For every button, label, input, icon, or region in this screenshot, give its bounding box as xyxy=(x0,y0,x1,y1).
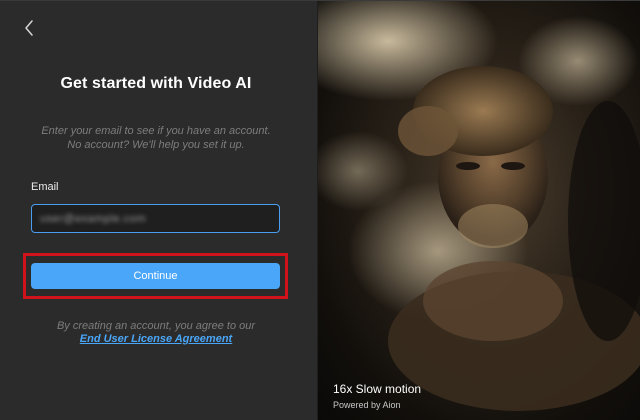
signup-panel: Get started with Video AI Enter your ema… xyxy=(0,1,318,420)
agreement-text: By creating an account, you agree to our xyxy=(56,320,256,332)
caption-subtitle: Powered by Aion xyxy=(333,400,401,410)
back-button[interactable] xyxy=(18,15,40,41)
app-window: Get started with Video AI Enter your ema… xyxy=(0,0,640,420)
email-label: Email xyxy=(31,181,59,193)
preview-image xyxy=(318,1,640,411)
caption-title: 16x Slow motion xyxy=(333,382,422,396)
email-field[interactable]: user@example.com xyxy=(31,204,280,233)
chevron-left-icon xyxy=(25,20,33,36)
preview-panel: 16x Slow motion Powered by Aion xyxy=(318,1,640,420)
page-title: Get started with Video AI xyxy=(60,75,252,92)
subtitle: Enter your email to see if you have an a… xyxy=(20,124,292,152)
subtitle-line-2: No account? We'll help you set it up. xyxy=(67,139,245,151)
subtitle-line-1: Enter your email to see if you have an a… xyxy=(41,125,271,137)
continue-button[interactable]: Continue xyxy=(31,263,280,289)
email-value: user@example.com xyxy=(40,212,146,225)
eula-link[interactable]: End User License Agreement xyxy=(20,333,292,345)
